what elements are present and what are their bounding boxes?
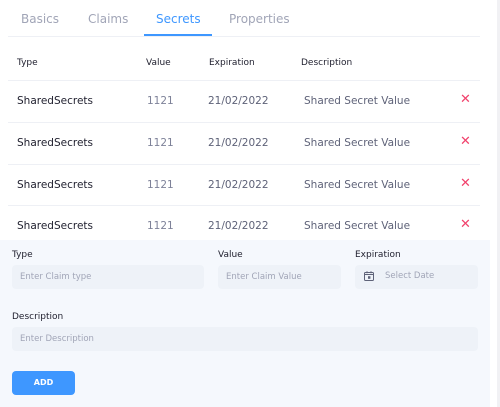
row-description: Shared Secret Value	[304, 179, 411, 191]
row-description: Shared Secret Value	[304, 137, 411, 149]
type-label: Type	[12, 250, 33, 260]
active-tab-indicator	[144, 34, 212, 36]
close-icon[interactable]: ✕	[460, 177, 471, 191]
close-icon[interactable]: ✕	[460, 135, 471, 149]
secrets-panel: Basics Claims Secrets Properties Type Va…	[0, 0, 500, 407]
table-row: SharedSecrets 1121 21/02/2022 Shared Sec…	[8, 164, 480, 207]
close-icon[interactable]: ✕	[460, 93, 471, 107]
column-header-expiration: Expiration	[209, 58, 255, 68]
tab-bar: Basics Claims Secrets Properties	[8, 0, 480, 37]
row-expiration: 21/02/2022	[208, 137, 269, 149]
row-value: 1121	[147, 95, 174, 107]
row-type: SharedSecrets	[17, 137, 93, 149]
column-header-type: Type	[17, 58, 38, 68]
tab-secrets[interactable]: Secrets	[156, 12, 201, 26]
column-header-description: Description	[301, 58, 353, 68]
row-expiration: 21/02/2022	[208, 220, 269, 232]
row-type: SharedSecrets	[17, 220, 93, 232]
value-label: Value	[218, 250, 243, 260]
calendar-icon	[364, 271, 374, 281]
date-placeholder: Select Date	[385, 271, 435, 281]
row-type: SharedSecrets	[17, 179, 93, 191]
row-type: SharedSecrets	[17, 95, 93, 107]
row-description: Shared Secret Value	[304, 220, 411, 232]
claim-value-input[interactable]	[218, 265, 341, 289]
add-button[interactable]: ADD	[12, 371, 75, 395]
row-expiration: 21/02/2022	[208, 179, 269, 191]
tab-basics[interactable]: Basics	[21, 12, 59, 26]
tab-claims[interactable]: Claims	[88, 12, 128, 26]
column-header-value: Value	[146, 58, 171, 68]
table-row: SharedSecrets 1121 21/02/2022 Shared Sec…	[8, 122, 480, 165]
tab-properties[interactable]: Properties	[229, 12, 290, 26]
row-value: 1121	[147, 179, 174, 191]
close-icon[interactable]: ✕	[460, 218, 471, 232]
table-row: SharedSecrets 1121 21/02/2022 Shared Sec…	[8, 80, 480, 123]
expiration-date-picker[interactable]: Select Date	[355, 265, 478, 289]
description-label: Description	[12, 312, 64, 322]
row-value: 1121	[147, 137, 174, 149]
expiration-label: Expiration	[355, 250, 401, 260]
row-description: Shared Secret Value	[304, 95, 411, 107]
row-expiration: 21/02/2022	[208, 95, 269, 107]
claim-type-input[interactable]	[12, 265, 204, 289]
row-value: 1121	[147, 220, 174, 232]
description-input[interactable]	[12, 327, 478, 351]
